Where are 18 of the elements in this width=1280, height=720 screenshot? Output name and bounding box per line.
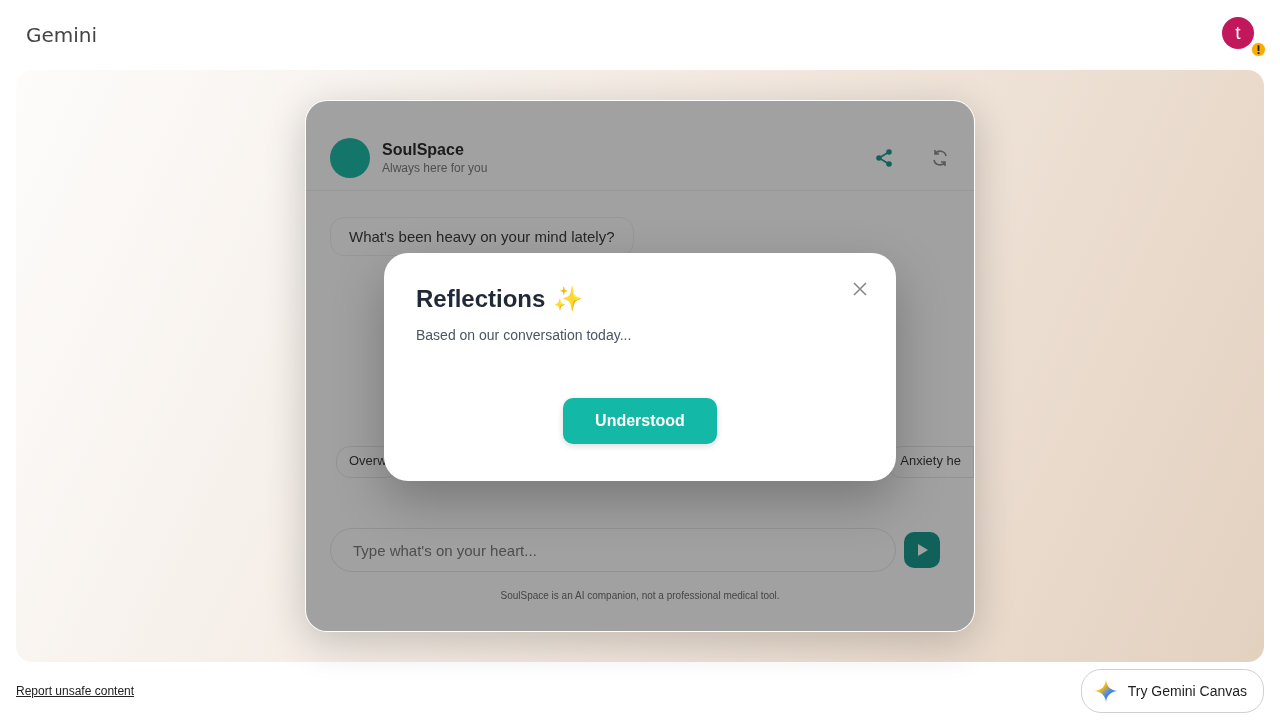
close-icon [852,281,868,297]
share-icon[interactable] [874,147,894,168]
canvas-button[interactable]: Try Gemini Canvas [1080,669,1264,713]
report-link[interactable]: Report unsafe content [16,684,135,698]
refresh-icon[interactable] [930,147,950,168]
app-name: SoulSpace [382,140,465,159]
play-icon [915,543,929,557]
sparkles-emoji: ✨ [553,285,584,313]
user-avatar[interactable]: t [1222,17,1254,49]
disclaimer-text: SoulSpace is an AI companion, not a professional medical tool. [499,590,781,601]
dialog-text: Based on our conversation today... [416,327,633,343]
message-input[interactable]: Type what's on your heart... [330,528,896,572]
dialog-title: Reflections [416,285,546,313]
send-button[interactable] [904,532,940,568]
app-tagline: Always here for you [382,160,489,175]
app-logo [330,137,370,178]
chat-message: What's been heavy on your mind lately? [330,217,634,256]
app-title: Gemini [26,23,98,47]
